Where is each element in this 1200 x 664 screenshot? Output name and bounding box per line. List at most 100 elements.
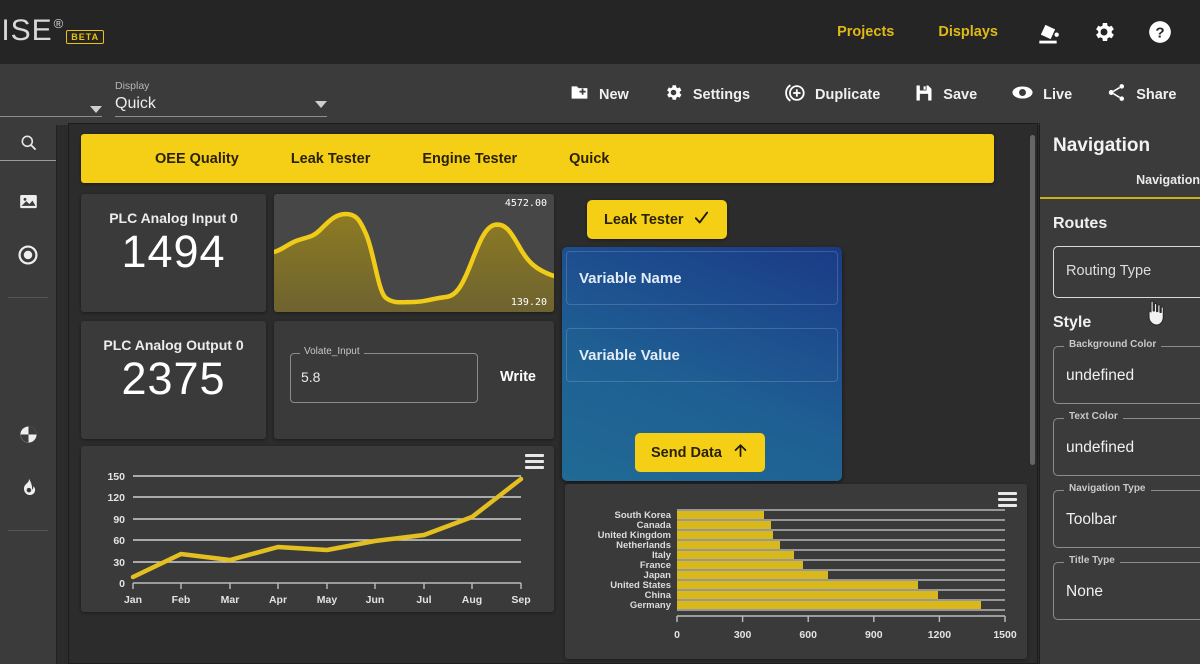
save-button[interactable]: Save	[897, 64, 994, 125]
bar-chart: South Korea Canada United Kingdom Nether…	[565, 484, 1027, 659]
app-root: WISE ® BETA Projects Displays	[0, 0, 1200, 664]
rail-divider	[8, 530, 48, 531]
left-rail-group-charts	[0, 298, 56, 531]
sparkline-max-value: 4572.00	[505, 198, 547, 209]
svg-text:90: 90	[113, 514, 125, 526]
fill-color-icon[interactable]	[1020, 0, 1076, 64]
bar-chart-card: South Korea Canada United Kingdom Nether…	[565, 484, 1027, 659]
svg-text:Sep: Sep	[511, 594, 530, 606]
left-rail-group-widgets	[0, 161, 56, 298]
svg-text:30: 30	[113, 557, 125, 569]
line-chart: 150 120 90 60 30 0	[81, 446, 554, 612]
volate-input-value: 5.8	[301, 369, 320, 385]
settings-button-label: Settings	[693, 87, 750, 103]
background-color-field[interactable]: Background Color undefined	[1053, 346, 1200, 404]
target-icon[interactable]	[0, 228, 56, 281]
tab-oee-quality[interactable]: OEE Quality	[129, 151, 265, 167]
svg-text:1200: 1200	[928, 629, 952, 641]
panel-title: Navigation	[1040, 123, 1200, 157]
share-button[interactable]: Share	[1089, 64, 1193, 125]
display-select-label: Display	[115, 80, 327, 92]
sparkline-min-value: 139.20	[511, 297, 547, 308]
background-color-label: Background Color	[1064, 339, 1161, 350]
right-properties-panel: Navigation Navigation Routes Routing Typ…	[1039, 123, 1200, 664]
search-icon[interactable]	[0, 125, 56, 161]
live-button-label: Live	[1043, 87, 1072, 103]
gear-icon[interactable]	[1076, 0, 1132, 64]
help-icon[interactable]: ?	[1132, 0, 1188, 64]
settings-button[interactable]: Settings	[646, 64, 767, 125]
share-icon	[1106, 82, 1127, 107]
svg-text:0: 0	[119, 578, 125, 590]
save-button-label: Save	[943, 87, 977, 103]
left-rail	[0, 125, 57, 664]
dashboard-canvas: OEE Quality Leak Tester Engine Tester Qu…	[68, 123, 1038, 664]
send-data-button[interactable]: Send Data	[635, 433, 765, 472]
flame-icon[interactable]	[0, 461, 56, 514]
tab-quick[interactable]: Quick	[543, 151, 635, 167]
display-select-value: Quick	[115, 95, 156, 113]
nav-link-displays[interactable]: Displays	[916, 24, 1020, 40]
brand-bar: WISE ® BETA Projects Displays	[0, 0, 1200, 64]
volate-input-label: Volate_Input	[300, 346, 364, 357]
new-button[interactable]: New	[552, 64, 646, 125]
tab-leak-tester[interactable]: Leak Tester	[265, 151, 397, 167]
send-data-label: Send Data	[651, 445, 722, 461]
gear-icon	[663, 82, 684, 107]
check-icon	[693, 209, 710, 230]
image-icon[interactable]	[0, 175, 56, 228]
tab-navigation[interactable]: Navigation	[1136, 173, 1200, 187]
svg-text:60: 60	[113, 535, 125, 547]
svg-text:Germany: Germany	[630, 600, 672, 611]
logo-text: WISE	[0, 14, 53, 48]
svg-text:Jun: Jun	[366, 594, 385, 606]
app-logo: WISE ® BETA	[0, 14, 104, 48]
display-select[interactable]: Display Quick	[115, 80, 327, 117]
title-type-value: None	[1066, 583, 1103, 601]
routing-type-select[interactable]: Routing Type	[1053, 246, 1200, 298]
hamburger-menu-icon[interactable]	[525, 454, 544, 472]
svg-text:?: ?	[1155, 24, 1164, 41]
kpi-card-plc-analog-input: PLC Analog Input 0 1494	[81, 194, 266, 312]
canvas-scrollbar-thumb[interactable]	[1030, 135, 1035, 465]
write-button[interactable]: Write	[500, 369, 536, 385]
hamburger-menu-icon[interactable]	[998, 492, 1017, 510]
svg-text:Feb: Feb	[172, 594, 191, 606]
svg-text:900: 900	[865, 629, 883, 641]
text-color-label: Text Color	[1064, 411, 1123, 422]
svg-text:600: 600	[799, 629, 817, 641]
title-type-field[interactable]: Title Type None	[1053, 562, 1200, 620]
svg-text:May: May	[317, 594, 338, 606]
nav-link-projects[interactable]: Projects	[815, 24, 916, 40]
svg-text:1500: 1500	[993, 629, 1017, 641]
brand-bar-right: Projects Displays ?	[815, 0, 1200, 64]
section-heading-style: Style	[1040, 298, 1200, 332]
svg-text:120: 120	[107, 492, 125, 504]
text-color-value: undefined	[1066, 439, 1134, 457]
volate-input-field[interactable]: Volate_Input 5.8	[290, 353, 478, 403]
svg-text:Apr: Apr	[269, 594, 287, 606]
svg-text:Jul: Jul	[416, 594, 431, 606]
live-button[interactable]: Live	[994, 64, 1089, 125]
variable-value-input[interactable]: Variable Value	[566, 328, 838, 382]
logo-registered-icon: ®	[54, 16, 64, 31]
duplicate-button-label: Duplicate	[815, 87, 880, 103]
navigation-type-field[interactable]: Navigation Type Toolbar	[1053, 490, 1200, 548]
new-button-label: New	[599, 87, 629, 103]
write-value-card: Volate_Input 5.8 Write	[274, 321, 554, 439]
duplicate-button[interactable]: Duplicate	[767, 64, 897, 125]
send-data-panel: Variable Name Variable Value Send Data	[562, 247, 842, 481]
text-color-field[interactable]: Text Color undefined	[1053, 418, 1200, 476]
svg-text:300: 300	[734, 629, 752, 641]
leak-tester-label: Leak Tester	[604, 212, 684, 228]
kpi-value: 2375	[81, 353, 266, 405]
pie-chart-icon[interactable]	[0, 408, 56, 461]
tab-engine-tester[interactable]: Engine Tester	[396, 151, 543, 167]
leak-tester-toggle[interactable]: Leak Tester	[587, 200, 727, 239]
project-select[interactable]	[0, 103, 102, 117]
panel-tabrow: Navigation	[1040, 173, 1200, 199]
variable-name-input[interactable]: Variable Name	[566, 251, 838, 305]
svg-text:150: 150	[107, 471, 125, 483]
svg-text:Jan: Jan	[124, 594, 142, 606]
save-disk-icon	[914, 83, 934, 107]
